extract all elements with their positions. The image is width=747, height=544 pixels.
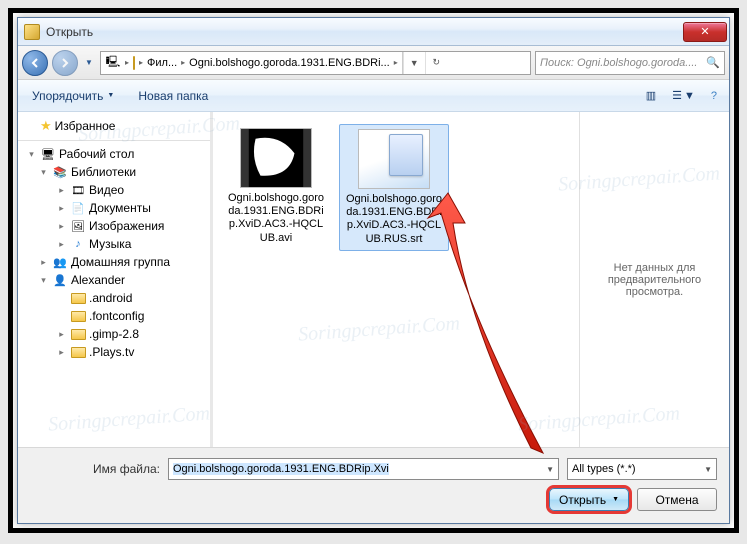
user-icon: 👤: [52, 273, 68, 287]
tree-folder[interactable]: ▸ .Plays.tv: [18, 343, 210, 361]
refresh-button[interactable]: ↻: [425, 52, 447, 74]
computer-icon: 🖳: [105, 56, 121, 70]
pictures-icon: 🖼: [70, 219, 86, 233]
music-icon: ♪: [70, 237, 86, 251]
tree-video[interactable]: ▸ 🎞 Видео: [18, 181, 210, 199]
expand-icon[interactable]: [26, 121, 37, 132]
documents-icon: 📄: [70, 201, 86, 215]
file-item-avi[interactable]: Ogni.bolshogo.goroda.1931.ENG.BDRip.XviD…: [221, 124, 331, 249]
filename-label: Имя файла:: [30, 462, 160, 476]
arrow-left-icon: [29, 57, 41, 69]
nav-bar: ▼ 🖳 ▸ ▸ Фил... ▸ Ogni.bolshogo.goroda.19…: [18, 46, 729, 80]
file-label: Ogni.bolshogo.goroda.1931.ENG.BDRip.XviD…: [344, 193, 444, 246]
bottom-panel: Имя файла: Ogni.bolshogo.goroda.1931.ENG…: [18, 448, 729, 523]
breadcrumb-seg[interactable]: Фил...: [147, 57, 177, 69]
expand-icon[interactable]: ▸: [56, 203, 67, 214]
cancel-button[interactable]: Отмена: [637, 488, 717, 511]
breadcrumb-chevron-icon: ▸: [139, 58, 143, 67]
breadcrumb-chevron-icon: ▸: [125, 58, 129, 67]
chevron-down-icon: ▼: [107, 92, 114, 99]
chevron-down-icon: ▼: [684, 90, 695, 102]
expand-icon[interactable]: ▸: [56, 185, 67, 196]
tree-music[interactable]: ▸ ♪ Музыка: [18, 235, 210, 253]
address-bar[interactable]: 🖳 ▸ ▸ Фил... ▸ Ogni.bolshogo.goroda.1931…: [100, 51, 531, 75]
tree-homegroup[interactable]: ▸ 👥 Домашняя группа: [18, 253, 210, 271]
breadcrumb-chevron-icon: ▸: [181, 58, 185, 67]
tree-user[interactable]: ▾ 👤 Alexander: [18, 271, 210, 289]
expand-icon[interactable]: ▸: [56, 221, 67, 232]
collapse-icon[interactable]: ▾: [26, 149, 37, 160]
organize-menu[interactable]: Упорядочить▼: [24, 86, 122, 106]
navigation-pane: ★ Избранное ▾ 🖥 Рабочий стол ▾ 📚 Библиот…: [18, 112, 210, 447]
tree-folder[interactable]: .android: [18, 289, 210, 307]
desktop-icon: 🖥: [40, 147, 56, 161]
toolbar: Упорядочить▼ Новая папка ▥ ☰ ▼ ?: [18, 80, 729, 112]
expand-icon[interactable]: ▸: [56, 347, 67, 358]
folder-icon: [70, 345, 86, 359]
collapse-icon[interactable]: ▾: [38, 275, 49, 286]
nav-history-dropdown[interactable]: ▼: [82, 51, 96, 75]
view-menu[interactable]: ☰ ▼: [666, 87, 701, 104]
filetype-filter[interactable]: All types (*.*) ▼: [567, 458, 717, 480]
tree-documents[interactable]: ▸ 📄 Документы: [18, 199, 210, 217]
open-file-dialog: Открыть ✕ ▼ 🖳 ▸ ▸ Фил... ▸ Ogni.bolshogo…: [17, 17, 730, 524]
search-placeholder: Поиск: Ogni.bolshogo.goroda....: [540, 57, 698, 69]
chevron-down-icon[interactable]: ▼: [704, 465, 712, 474]
search-input[interactable]: Поиск: Ogni.bolshogo.goroda.... 🔍: [535, 51, 725, 75]
tree-libraries[interactable]: ▾ 📚 Библиотеки: [18, 163, 210, 181]
filename-input[interactable]: Ogni.bolshogo.goroda.1931.ENG.BDRip.Xvi …: [168, 458, 559, 480]
text-file-thumbnail-icon: [358, 129, 430, 189]
new-folder-button[interactable]: Новая папка: [130, 86, 216, 106]
folder-icon: [70, 309, 86, 323]
breadcrumb-chevron-icon: ▸: [394, 58, 398, 67]
split-button-dropdown-icon[interactable]: ▼: [612, 496, 619, 503]
back-button[interactable]: [22, 50, 48, 76]
chevron-down-icon[interactable]: ▼: [546, 465, 554, 474]
file-label: Ogni.bolshogo.goroda.1931.ENG.BDRip.XviD…: [225, 192, 327, 245]
libraries-icon: 📚: [52, 165, 68, 179]
file-list[interactable]: Ogni.bolshogo.goroda.1931.ENG.BDRip.XviD…: [213, 112, 579, 447]
close-button[interactable]: ✕: [683, 22, 727, 42]
video-thumbnail-icon: [240, 128, 312, 188]
expand-icon[interactable]: ▸: [56, 239, 67, 250]
file-item-srt[interactable]: Ogni.bolshogo.goroda.1931.ENG.BDRip.XviD…: [339, 124, 449, 251]
folder-icon: [133, 57, 135, 69]
star-icon: ★: [40, 118, 52, 134]
expand-icon[interactable]: ▸: [38, 257, 49, 268]
preview-text: Нет данных для предварительного просмотр…: [588, 262, 721, 298]
tree-folder[interactable]: ▸ .gimp-2.8: [18, 325, 210, 343]
preview-pane-toggle[interactable]: ▥: [640, 87, 662, 104]
titlebar: Открыть ✕: [18, 18, 729, 46]
collapse-icon[interactable]: ▾: [38, 167, 49, 178]
arrow-right-icon: [59, 57, 71, 69]
forward-button[interactable]: [52, 50, 78, 76]
address-dropdown[interactable]: ▼: [403, 52, 425, 74]
folder-icon: [70, 327, 86, 341]
open-button[interactable]: Открыть ▼: [549, 488, 629, 511]
tree-favorites[interactable]: ★ Избранное: [18, 116, 210, 136]
tree-folder[interactable]: .fontconfig: [18, 307, 210, 325]
homegroup-icon: 👥: [52, 255, 68, 269]
search-icon: 🔍: [706, 56, 720, 69]
breadcrumb-seg[interactable]: Ogni.bolshogo.goroda.1931.ENG.BDRi...: [189, 57, 390, 69]
tree-pictures[interactable]: ▸ 🖼 Изображения: [18, 217, 210, 235]
help-button[interactable]: ?: [705, 87, 723, 104]
preview-pane: Нет данных для предварительного просмотр…: [579, 112, 729, 447]
window-title: Открыть: [46, 25, 683, 39]
dialog-icon: [24, 24, 40, 40]
expand-icon[interactable]: ▸: [56, 329, 67, 340]
separator: [18, 140, 210, 141]
video-icon: 🎞: [70, 183, 86, 197]
tree-desktop[interactable]: ▾ 🖥 Рабочий стол: [18, 145, 210, 163]
folder-icon: [70, 291, 86, 305]
